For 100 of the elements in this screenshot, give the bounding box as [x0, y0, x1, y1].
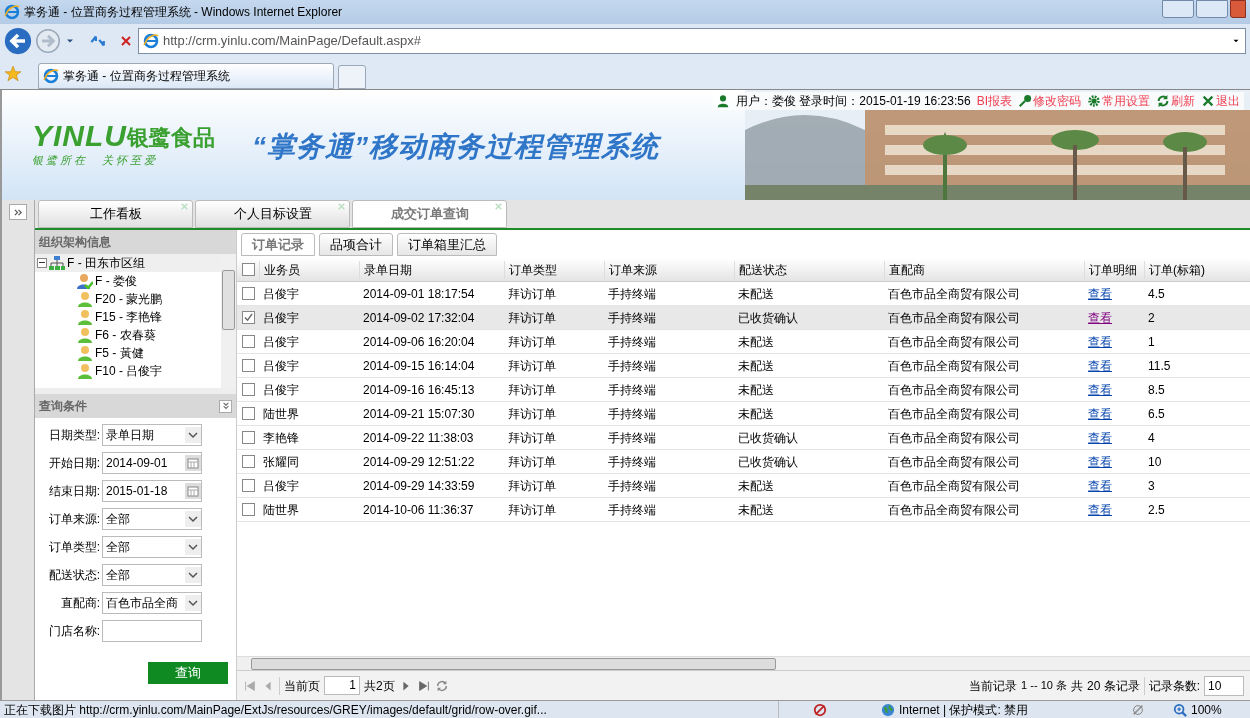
checkbox[interactable] [241, 263, 255, 276]
security-icon[interactable] [1131, 702, 1145, 717]
maximize-button[interactable] [1196, 0, 1228, 18]
checkbox[interactable] [241, 383, 255, 396]
date-field[interactable]: 2014-09-01 [102, 452, 202, 474]
header-link[interactable]: 常用设置 [1102, 92, 1150, 110]
dropdown-field[interactable]: 百色市品全商 [102, 592, 202, 614]
address-field[interactable]: http://crm.yinlu.com/MainPage/Default.aspx# [138, 28, 1246, 54]
browser-logo-icon [4, 4, 20, 20]
table-cell-text: 吕俊宇 [262, 477, 300, 495]
table-cell-text: 2014-09-02 17:32:04 [362, 309, 476, 327]
user-icon [77, 363, 93, 379]
minimize-button[interactable] [1162, 0, 1194, 18]
table-cell-text: 李艳锋 [262, 429, 300, 447]
checkbox[interactable] [241, 455, 255, 468]
tree-item[interactable]: F - 娄俊 [95, 272, 137, 290]
zoom-icon[interactable] [1173, 702, 1187, 717]
page-size-field[interactable]: 10 [1204, 675, 1244, 696]
scrollbar[interactable] [221, 254, 236, 388]
dropdown-field[interactable]: 全部 [102, 508, 202, 530]
double-chevron-icon[interactable] [13, 207, 23, 217]
date-field[interactable]: 2015-01-18 [102, 480, 202, 502]
detail-link[interactable]: 查看 [1088, 454, 1112, 469]
field-label: 开始日期: [47, 455, 101, 472]
tree-item[interactable]: F20 - 蒙光鹏 [95, 290, 163, 308]
detail-link[interactable]: 查看 [1088, 478, 1112, 493]
dropdown-icon[interactable] [185, 537, 201, 557]
text-field[interactable] [102, 620, 202, 642]
first-page-icon[interactable] [243, 678, 257, 693]
toggle-icon[interactable] [37, 258, 47, 268]
dropdown-field[interactable]: 全部 [102, 564, 202, 586]
column-header[interactable]: 订单类型 [504, 260, 604, 279]
detail-link[interactable]: 查看 [1088, 286, 1112, 301]
back-icon[interactable] [4, 27, 32, 55]
tree-item[interactable]: F10 - 吕俊宇 [95, 362, 163, 380]
tab[interactable]: 成交订单查询 [352, 200, 507, 228]
close-button[interactable] [1230, 0, 1246, 18]
record-total: 20 条记录 [1086, 677, 1140, 695]
header-link[interactable]: 刷新 [1171, 92, 1195, 110]
dropdown-icon[interactable] [185, 565, 201, 585]
checkbox[interactable] [241, 287, 255, 300]
sub-tab[interactable]: 订单记录 [241, 233, 315, 256]
query-button[interactable]: 查询 [148, 662, 228, 684]
tab-label: 掌务通 - 位置商务过程管理系统 [63, 68, 230, 85]
dropdown-field[interactable]: 录单日期 [102, 424, 202, 446]
column-header[interactable]: 直配商 [884, 260, 1084, 279]
checkbox[interactable] [241, 431, 255, 444]
expand-button[interactable] [9, 204, 27, 220]
zoom-level[interactable]: 100% [1191, 700, 1222, 718]
field-label: 结束日期: [47, 483, 101, 500]
sub-tab[interactable]: 品项合计 [319, 233, 393, 256]
user-icon [715, 94, 730, 108]
header-link[interactable]: BI报表 [976, 92, 1012, 110]
checkbox[interactable] [241, 407, 255, 420]
detail-link[interactable]: 查看 [1088, 430, 1112, 445]
tree-item[interactable]: F6 - 农春葵 [95, 326, 156, 344]
tree-item[interactable]: F15 - 李艳锋 [95, 308, 163, 326]
detail-link[interactable]: 查看 [1088, 310, 1112, 325]
last-page-icon[interactable] [416, 678, 431, 693]
tree-item[interactable]: F5 - 黃健 [95, 344, 144, 362]
column-header[interactable]: 订单(标箱) [1144, 260, 1250, 279]
table-cell-text: 手持终端 [607, 429, 657, 447]
browser-tab[interactable]: 掌务通 - 位置商务过程管理系统 [38, 63, 334, 89]
calendar-icon[interactable] [185, 481, 201, 501]
tab[interactable]: 个人目标设置 [195, 200, 350, 228]
table-cell-text: 2014-09-01 18:17:54 [362, 285, 476, 303]
detail-link[interactable]: 查看 [1088, 334, 1112, 349]
table-cell-text: 吕俊宇 [262, 381, 300, 399]
tab[interactable]: 工作看板 [38, 200, 193, 228]
checkbox[interactable] [241, 503, 255, 516]
column-header[interactable]: 配送状态 [734, 260, 884, 279]
new-tab-button[interactable] [338, 65, 366, 89]
table-cell-text: 2 [1147, 309, 1156, 327]
checkbox[interactable] [241, 335, 255, 348]
field-label: 门店名称: [47, 623, 101, 640]
detail-link[interactable]: 查看 [1088, 406, 1112, 421]
checkbox[interactable] [241, 359, 255, 372]
column-header[interactable]: 订单明细 [1084, 260, 1144, 279]
checkbox[interactable] [241, 311, 255, 324]
dropdown-icon[interactable] [185, 593, 201, 613]
column-header[interactable]: 业务员 [259, 260, 359, 279]
favorites-icon[interactable] [4, 64, 22, 83]
header-link[interactable]: 修改密码 [1033, 92, 1081, 110]
dropdown-field[interactable]: 全部 [102, 536, 202, 558]
column-header[interactable]: 订单来源 [604, 260, 734, 279]
user-icon [77, 345, 93, 361]
table-cell-text: 4.5 [1147, 285, 1166, 303]
refresh-icon[interactable] [434, 678, 449, 693]
detail-link[interactable]: 查看 [1088, 382, 1112, 397]
calendar-icon[interactable] [185, 453, 201, 473]
column-header[interactable]: 录单日期 [359, 260, 504, 279]
detail-link[interactable]: 查看 [1088, 358, 1112, 373]
sub-tab[interactable]: 订单箱里汇总 [397, 233, 497, 256]
scrollbar[interactable] [237, 656, 1250, 670]
header-link[interactable]: 退出 [1216, 92, 1240, 110]
detail-link[interactable]: 查看 [1088, 502, 1112, 517]
checkbox[interactable] [241, 479, 255, 492]
page-field[interactable]: 1 [324, 676, 360, 695]
dropdown-icon[interactable] [185, 425, 201, 445]
dropdown-icon[interactable] [185, 509, 201, 529]
